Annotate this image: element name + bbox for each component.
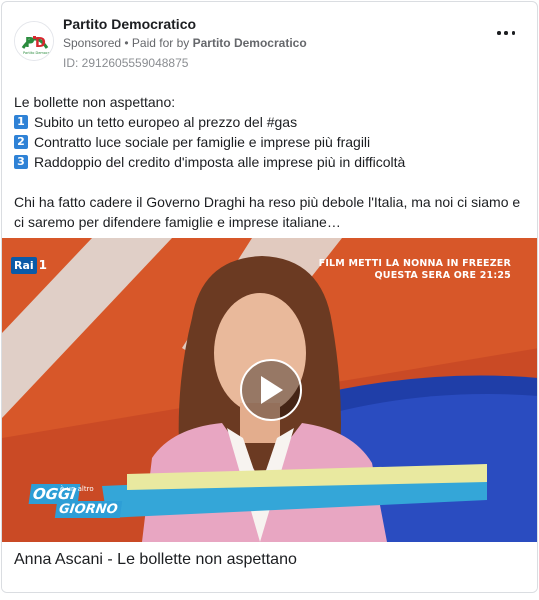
rai-channel-number: 1 [38,258,48,272]
show-logo: OGGI è un altro GIORNO [28,484,122,520]
video-title[interactable]: Anna Ascani - Le bollette non aspettano [14,551,297,569]
rai-label: Rai [11,256,37,274]
video-player[interactable]: Rai 1 FILM METTI LA NONNA IN FREEZER QUE… [2,238,537,542]
sponsored-line: Sponsored • Paid for by Partito Democrat… [63,36,307,50]
pd-logo-icon: P D Partito Democratico [15,22,54,60]
video-caption[interactable]: Anna Ascani - Le bollette non aspettano [2,542,537,592]
sponsored-label: Sponsored [63,36,122,50]
list-item: 1 Subito un tetto europeo al prezzo del … [14,112,529,132]
paid-for-by[interactable]: Partito Democratico [193,36,307,50]
keycap-three-icon: 3 [14,155,28,169]
more-options-icon[interactable] [497,30,515,36]
svg-text:Partito Democratico: Partito Democratico [23,51,54,55]
keycap-two-icon: 2 [14,135,28,149]
play-triangle [261,376,283,404]
ticker-line-1: FILM METTI LA NONNA IN FREEZER [318,258,511,269]
program-ticker: FILM METTI LA NONNA IN FREEZER QUESTA SE… [319,258,511,282]
list-item: 3 Raddoppio del credito d'imposta alle i… [14,152,529,172]
list-item: 2 Contratto luce sociale per famiglie e … [14,132,529,152]
list-item-text: Contratto luce sociale per famiglie e im… [34,134,371,150]
keycap-one-icon: 1 [14,115,28,129]
ad-card: P D Partito Democratico Partito Democrat… [1,1,538,593]
page-name[interactable]: Partito Democratico [63,16,196,32]
post-header: P D Partito Democratico Partito Democrat… [2,2,537,82]
ticker-line-2: QUESTA SERA ORE 21:25 [374,270,511,281]
rai-logo: Rai 1 [11,254,49,276]
show-logo-middle: è un altro [60,485,94,493]
post-paragraph: Chi ha fatto cadere il Governo Draghi ha… [14,194,521,230]
post-text: Le bollette non aspettano: 1 Subito un t… [14,92,529,232]
ad-id: ID: 2912605559048875 [63,56,189,70]
paid-for-prefix: • Paid for by [121,36,193,50]
post-intro: Le bollette non aspettano: [14,94,176,110]
pd-logo[interactable]: P D Partito Democratico [14,21,54,61]
show-logo-giorno: GIORNO [54,501,122,518]
list-item-text: Raddoppio del credito d'imposta alle imp… [34,154,406,170]
list-item-text: Subito un tetto europeo al prezzo del #g… [34,114,298,130]
play-icon[interactable] [240,359,302,421]
svg-text:D: D [35,36,46,51]
